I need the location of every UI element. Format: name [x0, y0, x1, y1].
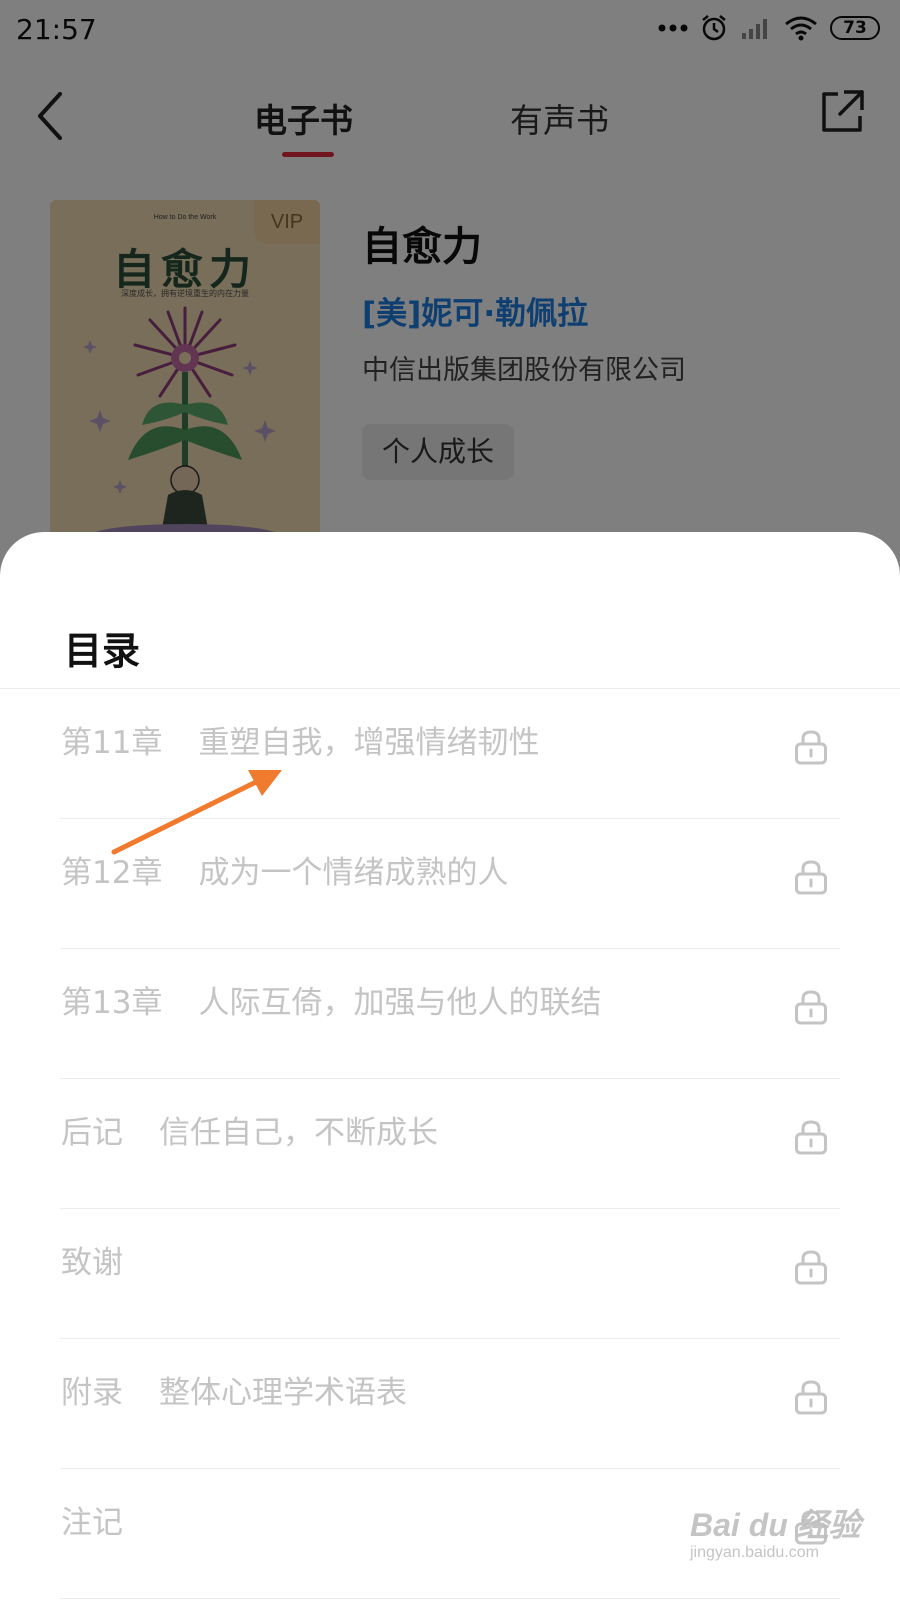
toc-item-number: 第13章 — [61, 985, 163, 1021]
lock-icon — [795, 730, 827, 765]
toc-item-name: 信任自己，不断成长 — [159, 1115, 438, 1151]
toc-item-number: 第12章 — [61, 855, 163, 891]
toc-item[interactable]: 第12章 成为一个情绪成熟的人 — [0, 819, 900, 949]
toc-bottom-sheet: 目录 第11章 重塑自我，增强情绪韧性 第12章 成为一个情绪成熟的人 第13章 人际… — [0, 532, 900, 1600]
lock-icon — [795, 1250, 827, 1285]
toc-item-name: 人际互倚，加强与他人的联结 — [198, 985, 602, 1021]
toc-item-number: 致谢 — [61, 1245, 123, 1281]
lock-icon — [795, 1380, 827, 1415]
toc-item[interactable]: 第11章 重塑自我，增强情绪韧性 — [0, 689, 900, 819]
toc-item-number: 附录 — [61, 1375, 123, 1411]
baidu-jingyan-watermark: Bai du 经验 jingyan.baidu.com — [690, 1500, 870, 1580]
toc-item[interactable]: 第13章 人际互倚，加强与他人的联结 — [0, 949, 900, 1079]
toc-item-name: 重塑自我，增强情绪韧性 — [198, 725, 540, 761]
toc-item[interactable]: 附录 整体心理学术语表 — [0, 1339, 900, 1469]
lock-icon — [795, 1120, 827, 1155]
toc-item-number: 后记 — [61, 1115, 123, 1151]
toc-item-number: 第11章 — [61, 725, 163, 761]
toc-list: 第11章 重塑自我，增强情绪韧性 第12章 成为一个情绪成熟的人 第13章 人际互倚，… — [0, 689, 900, 1599]
watermark-url: jingyan.baidu.com — [690, 1544, 819, 1561]
toc-item-number: 注记 — [61, 1505, 123, 1541]
toc-item[interactable]: 后记 信任自己，不断成长 — [0, 1079, 900, 1209]
toc-item[interactable]: 致谢 — [0, 1209, 900, 1339]
toc-item-name: 成为一个情绪成熟的人 — [198, 855, 509, 891]
toc-title: 目录 — [64, 629, 141, 673]
lock-icon — [795, 990, 827, 1025]
lock-icon — [795, 860, 827, 895]
watermark-logo-text: Bai du 经验 — [690, 1507, 861, 1543]
toc-item-name: 整体心理学术语表 — [159, 1375, 407, 1411]
